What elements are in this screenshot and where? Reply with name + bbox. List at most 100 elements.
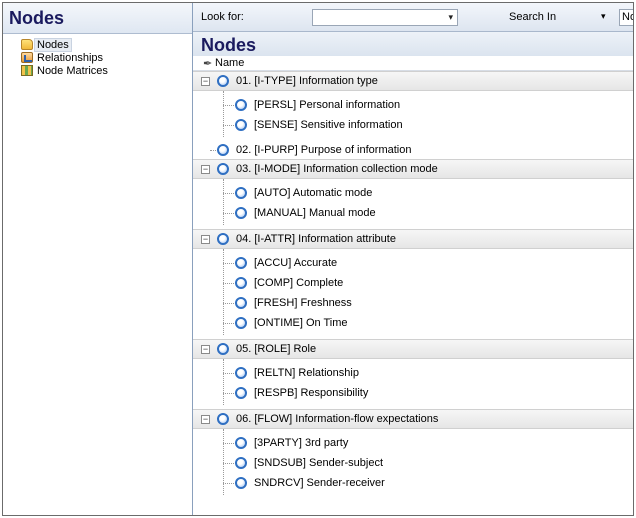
- node-matrices-icon: [21, 65, 33, 76]
- tree-node-row[interactable]: − 06. [FLOW] Information-flow expectatio…: [193, 409, 633, 429]
- tree-node-row[interactable]: [3PARTY] 3rd party: [193, 433, 633, 453]
- tree-node-row[interactable]: [AUTO] Automatic mode: [193, 183, 633, 203]
- tree-node-row[interactable]: [MANUAL] Manual mode: [193, 203, 633, 223]
- tree-connector: [223, 193, 234, 194]
- node-icon: [235, 367, 247, 379]
- collapse-icon[interactable]: −: [201, 76, 210, 86]
- chevron-down-icon[interactable]: ▾: [448, 12, 453, 23]
- tree-node-row[interactable]: − 01. [I-TYPE] Information type: [193, 71, 633, 91]
- tree-connector: [223, 105, 234, 106]
- tree-node-row[interactable]: 02. [I-PURP] Purpose of information: [193, 141, 633, 159]
- tree-node-row[interactable]: SNDRCV] Sender-receiver: [193, 473, 633, 493]
- relationships-icon: [21, 52, 33, 63]
- search-in-select[interactable]: No: [619, 9, 633, 26]
- look-for-label: Look for:: [201, 11, 244, 23]
- search-in-dropdown-icon[interactable]: ▾: [601, 11, 606, 22]
- tree-node-label: 02. [I-PURP] Purpose of information: [236, 144, 412, 156]
- node-icon: [235, 119, 247, 131]
- tree-connector: [223, 463, 234, 464]
- tree-connector: [223, 443, 234, 444]
- node-icon: [235, 99, 247, 111]
- tree-node-row[interactable]: [SENSE] Sensitive information: [193, 115, 633, 135]
- node-icon: [235, 297, 247, 309]
- tree-node-row[interactable]: [COMP] Complete: [193, 273, 633, 293]
- nav-item-node-matrices[interactable]: Node Matrices: [3, 64, 192, 77]
- tree-node-row[interactable]: [PERSL] Personal information: [193, 95, 633, 115]
- node-icon: [235, 187, 247, 199]
- node-icon: [235, 477, 247, 489]
- tree-node-label: [SENSE] Sensitive information: [254, 119, 403, 131]
- tree-node-label: [PERSL] Personal information: [254, 99, 401, 111]
- node-tree: − 01. [I-TYPE] Information type [PERSL] …: [193, 71, 633, 495]
- tree-connector: [223, 125, 234, 126]
- node-icon: [235, 317, 247, 329]
- column-header-name[interactable]: ✒ Name: [193, 56, 633, 71]
- tree-connector: [223, 303, 234, 304]
- tree-node-label: [RELTN] Relationship: [254, 367, 359, 379]
- tree-connector: [223, 263, 234, 264]
- child-group: [RELTN] Relationship [RESPB] Responsibil…: [193, 359, 633, 409]
- child-group: [3PARTY] 3rd party [SNDSUB] Sender-subje…: [193, 429, 633, 495]
- nav-item-relationships[interactable]: Relationships: [3, 51, 192, 64]
- tree-node-label: [SNDSUB] Sender-subject: [254, 457, 383, 469]
- tree-node-label: 01. [I-TYPE] Information type: [236, 75, 378, 87]
- tree-connector: [223, 213, 234, 214]
- tree-node-label: 04. [I-ATTR] Information attribute: [236, 233, 396, 245]
- tree-node-row[interactable]: [RESPB] Responsibility: [193, 383, 633, 403]
- collapse-icon[interactable]: −: [201, 164, 210, 174]
- collapse-icon[interactable]: −: [201, 414, 210, 424]
- tree-connector: [223, 373, 234, 374]
- child-group: [PERSL] Personal information [SENSE] Sen…: [193, 91, 633, 141]
- tree-node-label: [AUTO] Automatic mode: [254, 187, 373, 199]
- tree-node-label: 05. [ROLE] Role: [236, 343, 317, 355]
- node-icon: [235, 437, 247, 449]
- tree-node-label: [MANUAL] Manual mode: [254, 207, 376, 219]
- tree-connector: [223, 393, 234, 394]
- tree-node-row[interactable]: [RELTN] Relationship: [193, 363, 633, 383]
- tree-node-label: 03. [I-MODE] Information collection mode: [236, 163, 438, 175]
- tree-connector: [210, 150, 216, 151]
- page-title: Nodes: [193, 32, 633, 56]
- tree-node-row[interactable]: − 05. [ROLE] Role: [193, 339, 633, 359]
- find-toolbar: Look for: ▾ Search In ▾ No: [193, 3, 633, 32]
- node-icon: [217, 144, 229, 156]
- node-icon: [217, 233, 229, 245]
- tree-node-row[interactable]: [SNDSUB] Sender-subject: [193, 453, 633, 473]
- tree-node-row[interactable]: [FRESH] Freshness: [193, 293, 633, 313]
- nav-item-label: Relationships: [37, 51, 104, 64]
- tree-node-row[interactable]: − 03. [I-MODE] Information collection mo…: [193, 159, 633, 179]
- nav-item-label: Node Matrices: [37, 64, 108, 77]
- tree-node-label: SNDRCV] Sender-receiver: [254, 477, 385, 489]
- nav-item-nodes[interactable]: Nodes: [3, 37, 192, 52]
- child-group: [ACCU] Accurate [COMP] Complete [FRESH] …: [193, 249, 633, 339]
- tree-node-label: [ACCU] Accurate: [254, 257, 338, 269]
- tree-node-row[interactable]: [ONTIME] On Time: [193, 313, 633, 333]
- collapse-icon[interactable]: −: [201, 344, 210, 354]
- tree-node-row[interactable]: − 04. [I-ATTR] Information attribute: [193, 229, 633, 249]
- navigation-pane: Nodes Nodes Relationships Node Matrices: [3, 3, 193, 515]
- tree-node-label: [ONTIME] On Time: [254, 317, 348, 329]
- node-icon: [217, 343, 229, 355]
- tree-connector: [223, 483, 234, 484]
- content-pane: Look for: ▾ Search In ▾ No Nodes ✒ Name …: [193, 3, 633, 515]
- node-icon: [217, 75, 229, 87]
- node-icon: [235, 277, 247, 289]
- nav-item-label: Nodes: [34, 37, 72, 52]
- tree-connector: [223, 283, 234, 284]
- look-for-input[interactable]: ▾: [312, 9, 458, 26]
- node-icon: [217, 163, 229, 175]
- node-icon: [235, 457, 247, 469]
- node-icon: [235, 387, 247, 399]
- node-icon: [235, 207, 247, 219]
- tree-node-label: [COMP] Complete: [254, 277, 344, 289]
- tree-node-label: [FRESH] Freshness: [254, 297, 352, 309]
- navigation-title: Nodes: [3, 3, 192, 34]
- node-icon: [217, 413, 229, 425]
- folder-icon: [21, 39, 33, 50]
- search-in-label: Search In: [509, 11, 557, 23]
- tree-node-label: 06. [FLOW] Information-flow expectations: [236, 413, 439, 425]
- collapse-icon[interactable]: −: [201, 234, 210, 244]
- pin-icon: ✒: [203, 58, 213, 70]
- tree-node-label: [3PARTY] 3rd party: [254, 437, 349, 449]
- tree-node-row[interactable]: [ACCU] Accurate: [193, 253, 633, 273]
